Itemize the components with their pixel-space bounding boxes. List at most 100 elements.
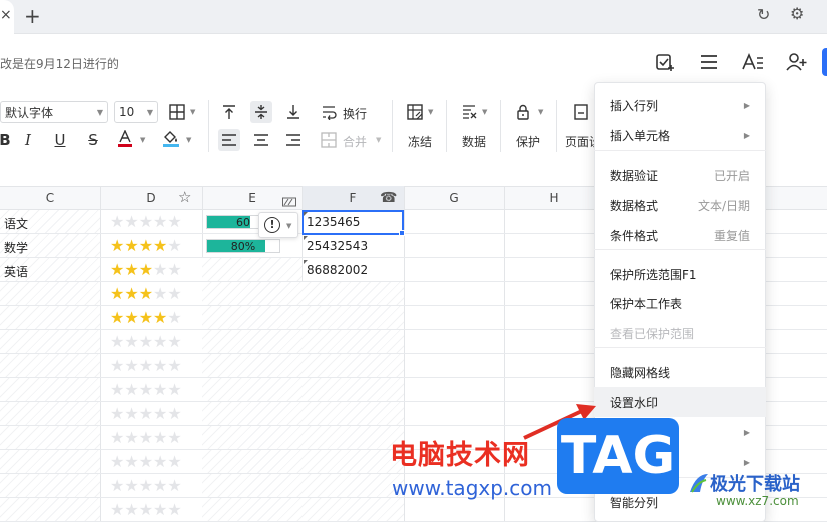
- star-empty-icon[interactable]: ★: [124, 212, 138, 231]
- star-empty-icon[interactable]: ★: [167, 260, 181, 279]
- fill-color-icon[interactable]: [160, 128, 182, 150]
- star-rating[interactable]: ★★★★★: [110, 237, 182, 255]
- star-empty-icon[interactable]: ★: [153, 476, 167, 495]
- star-empty-icon[interactable]: ★: [139, 380, 153, 399]
- align-left-icon[interactable]: [218, 129, 240, 151]
- star-filled-icon[interactable]: ★: [139, 308, 153, 327]
- star-empty-icon[interactable]: ★: [167, 476, 181, 495]
- star-rating[interactable]: ★★★★★: [110, 309, 182, 327]
- data-icon[interactable]: [458, 101, 480, 123]
- star-empty-icon[interactable]: ★: [153, 404, 167, 423]
- refresh-icon[interactable]: ↻: [757, 5, 770, 24]
- star-empty-icon[interactable]: ★: [139, 332, 153, 351]
- context-menu-item[interactable]: 设置水印: [594, 387, 766, 417]
- star-empty-icon[interactable]: ★: [153, 380, 167, 399]
- context-menu-item[interactable]: 插入单元格 ▶: [594, 120, 766, 150]
- star-rating[interactable]: ★★★★★: [110, 453, 182, 471]
- star-rating[interactable]: ★★★★★: [110, 405, 182, 423]
- star-empty-icon[interactable]: ★: [124, 404, 138, 423]
- cell-f[interactable]: [302, 354, 404, 378]
- cell-e[interactable]: [202, 474, 302, 498]
- strikethrough-icon[interactable]: S: [82, 129, 104, 151]
- star-empty-icon[interactable]: ★: [167, 500, 181, 519]
- star-empty-icon[interactable]: ★: [167, 308, 181, 327]
- cell-e[interactable]: [202, 498, 302, 522]
- share-button[interactable]: [822, 48, 827, 76]
- freeze-icon[interactable]: [404, 101, 426, 123]
- star-rating[interactable]: ★★★★★: [110, 333, 182, 351]
- font-family-select[interactable]: 默认字体 ▼: [0, 101, 108, 123]
- star-empty-icon[interactable]: ★: [124, 428, 138, 447]
- star-empty-icon[interactable]: ★: [167, 452, 181, 471]
- star-empty-icon[interactable]: ★: [139, 428, 153, 447]
- context-menu-item[interactable]: 数据格式 文本/日期: [594, 190, 766, 220]
- cell-c[interactable]: [0, 378, 100, 402]
- cell-e[interactable]: [202, 426, 302, 450]
- star-empty-icon[interactable]: ★: [153, 356, 167, 375]
- lock-icon[interactable]: [512, 101, 534, 123]
- align-middle-icon[interactable]: [250, 101, 272, 123]
- star-filled-icon[interactable]: ★: [124, 308, 138, 327]
- underline-icon[interactable]: U: [49, 129, 71, 151]
- star-filled-icon[interactable]: ★: [124, 260, 138, 279]
- star-rating[interactable]: ★★★★★: [110, 381, 182, 399]
- border-icon[interactable]: [166, 101, 188, 123]
- star-empty-icon[interactable]: ★: [167, 332, 181, 351]
- star-empty-icon[interactable]: ★: [110, 380, 124, 399]
- star-empty-icon[interactable]: ★: [139, 212, 153, 231]
- star-rating[interactable]: ★★★★★: [110, 285, 182, 303]
- cell-c[interactable]: [0, 474, 100, 498]
- context-menu-item[interactable]: 数据验证 已开启: [594, 160, 766, 190]
- star-rating[interactable]: ★★★★★: [110, 477, 182, 495]
- star-empty-icon[interactable]: ★: [139, 452, 153, 471]
- cell-c[interactable]: [0, 498, 100, 522]
- star-empty-icon[interactable]: ★: [110, 428, 124, 447]
- cell-c[interactable]: [0, 354, 100, 378]
- data-label[interactable]: 数据: [462, 133, 486, 150]
- star-rating[interactable]: ★★★★★: [110, 261, 182, 279]
- selected-cell[interactable]: [302, 210, 404, 235]
- fill-handle[interactable]: [399, 230, 405, 236]
- cell-c[interactable]: [0, 282, 100, 306]
- cell-f[interactable]: [302, 402, 404, 426]
- align-center-icon[interactable]: [250, 129, 272, 151]
- star-filled-icon[interactable]: ★: [139, 284, 153, 303]
- star-empty-icon[interactable]: ★: [124, 452, 138, 471]
- cell-c[interactable]: [0, 402, 100, 426]
- cell-c[interactable]: [0, 450, 100, 474]
- cell-e[interactable]: [202, 450, 302, 474]
- star-empty-icon[interactable]: ★: [124, 500, 138, 519]
- cell-c[interactable]: [0, 330, 100, 354]
- wrap-text-label[interactable]: 换行: [343, 105, 367, 122]
- font-color-icon[interactable]: [114, 128, 136, 150]
- cell-c[interactable]: [0, 426, 100, 450]
- cell-f[interactable]: [302, 378, 404, 402]
- protect-label[interactable]: 保护: [516, 133, 540, 150]
- star-filled-icon[interactable]: ★: [110, 260, 124, 279]
- column-header-h[interactable]: H: [504, 186, 604, 210]
- star-empty-icon[interactable]: ★: [110, 212, 124, 231]
- star-empty-icon[interactable]: ★: [139, 356, 153, 375]
- wrap-text-icon[interactable]: [318, 101, 340, 123]
- context-menu-item[interactable]: 保护本工作表: [594, 288, 766, 318]
- star-empty-icon[interactable]: ★: [110, 404, 124, 423]
- cell-e[interactable]: [202, 282, 302, 306]
- star-empty-icon[interactable]: ★: [167, 212, 181, 231]
- bold-icon[interactable]: B: [0, 129, 16, 151]
- cell-f[interactable]: [302, 474, 404, 498]
- cell-e[interactable]: [202, 354, 302, 378]
- star-empty-icon[interactable]: ★: [153, 212, 167, 231]
- cell-e[interactable]: [202, 306, 302, 330]
- menu-icon[interactable]: [694, 48, 724, 76]
- align-bottom-icon[interactable]: [282, 101, 304, 123]
- cell-f[interactable]: [302, 330, 404, 354]
- star-empty-icon[interactable]: ★: [139, 500, 153, 519]
- star-empty-icon[interactable]: ★: [124, 380, 138, 399]
- star-rating[interactable]: ★★★★★: [110, 213, 182, 231]
- star-filled-icon[interactable]: ★: [124, 284, 138, 303]
- gear-icon[interactable]: ⚙: [790, 4, 804, 23]
- star-filled-icon[interactable]: ★: [110, 308, 124, 327]
- star-empty-icon[interactable]: ★: [153, 452, 167, 471]
- star-empty-icon[interactable]: ★: [110, 500, 124, 519]
- freeze-label[interactable]: 冻结: [408, 133, 432, 150]
